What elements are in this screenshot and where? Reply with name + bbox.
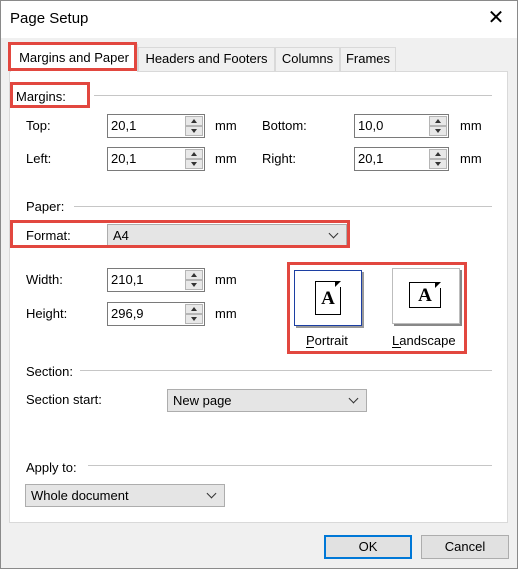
section-start-label: Section start: <box>26 392 102 407</box>
format-select[interactable]: A4 <box>107 224 347 247</box>
portrait-option[interactable]: A <box>294 270 362 326</box>
top-margin-value[interactable]: 20,1 <box>111 118 136 133</box>
landscape-page-letter: A <box>418 285 432 306</box>
height-label: Height: <box>26 306 68 321</box>
apply-to-select[interactable]: Whole document <box>25 484 225 507</box>
paper-group-label: Paper: <box>26 199 65 214</box>
tab-frames[interactable]: Frames <box>340 47 396 71</box>
window-title: Page Setup <box>10 10 89 27</box>
top-margin-unit: mm <box>215 118 237 133</box>
portrait-page-letter: A <box>321 288 335 309</box>
format-value[interactable]: A4 <box>113 228 129 243</box>
landscape-page-icon: A <box>409 282 441 308</box>
portrait-mnemonic-underline <box>306 347 314 348</box>
section-group-label: Section: <box>26 364 73 379</box>
cancel-button[interactable]: Cancel <box>421 535 509 559</box>
left-margin-field[interactable]: 20,1 <box>107 147 205 171</box>
bottom-margin-label: Bottom: <box>262 118 307 133</box>
right-margin-spin-down-icon[interactable] <box>429 159 447 169</box>
ok-button[interactable]: OK <box>324 535 412 559</box>
section-start-select[interactable]: New page <box>167 389 367 412</box>
landscape-mnemonic-underline <box>392 347 401 348</box>
tab-margins-and-paper[interactable]: Margins and Paper <box>10 44 138 72</box>
tab-headers-and-footers[interactable]: Headers and Footers <box>138 47 275 71</box>
right-margin-field[interactable]: 20,1 <box>354 147 449 171</box>
right-margin-label: Right: <box>262 151 296 166</box>
paper-height-spin-down-icon[interactable] <box>185 314 203 324</box>
bottom-margin-unit: mm <box>460 118 482 133</box>
paper-height-value[interactable]: 296,9 <box>111 306 144 321</box>
top-margin-field[interactable]: 20,1 <box>107 114 205 138</box>
paper-width-unit: mm <box>215 272 237 287</box>
top-margin-spin-down-icon[interactable] <box>185 126 203 136</box>
paper-height-unit: mm <box>215 306 237 321</box>
paper-width-field[interactable]: 210,1 <box>107 268 205 292</box>
top-margin-label: Top: <box>26 118 51 133</box>
left-margin-spin-up-icon[interactable] <box>185 149 203 159</box>
portrait-page-icon: A <box>315 281 341 315</box>
left-margin-unit: mm <box>215 151 237 166</box>
paper-width-spin-down-icon[interactable] <box>185 280 203 290</box>
left-margin-value[interactable]: 20,1 <box>111 151 136 166</box>
bottom-margin-value[interactable]: 10,0 <box>358 118 383 133</box>
left-margin-spin-down-icon[interactable] <box>185 159 203 169</box>
paper-width-spin-up-icon[interactable] <box>185 270 203 280</box>
paper-group-line <box>74 206 492 207</box>
bottom-margin-field[interactable]: 10,0 <box>354 114 449 138</box>
paper-width-value[interactable]: 210,1 <box>111 272 144 287</box>
tab-columns[interactable]: Columns <box>275 47 340 71</box>
paper-height-spin-up-icon[interactable] <box>185 304 203 314</box>
chevron-down-icon[interactable] <box>348 393 359 404</box>
margins-group-label: Margins: <box>16 89 66 104</box>
portrait-label[interactable]: Portrait <box>306 333 348 348</box>
right-margin-unit: mm <box>460 151 482 166</box>
landscape-label[interactable]: Landscape <box>392 333 456 348</box>
section-group-line <box>80 370 492 371</box>
landscape-option[interactable]: A <box>392 268 460 324</box>
top-margin-spin-up-icon[interactable] <box>185 116 203 126</box>
left-margin-label: Left: <box>26 151 52 166</box>
bottom-margin-spin-down-icon[interactable] <box>429 126 447 136</box>
format-label: Format: <box>26 228 71 243</box>
width-label: Width: <box>26 272 63 287</box>
close-icon[interactable]: ✕ <box>484 4 508 32</box>
paper-height-field[interactable]: 296,9 <box>107 302 205 326</box>
apply-to-group-line <box>88 465 492 466</box>
right-margin-value[interactable]: 20,1 <box>358 151 383 166</box>
bottom-margin-spin-up-icon[interactable] <box>429 116 447 126</box>
right-margin-spin-up-icon[interactable] <box>429 149 447 159</box>
margins-group-line <box>94 95 492 96</box>
section-start-value[interactable]: New page <box>173 393 232 408</box>
chevron-down-icon[interactable] <box>206 488 217 499</box>
apply-to-group-label: Apply to: <box>26 460 77 475</box>
chevron-down-icon[interactable] <box>328 228 339 239</box>
apply-to-value[interactable]: Whole document <box>31 488 129 503</box>
